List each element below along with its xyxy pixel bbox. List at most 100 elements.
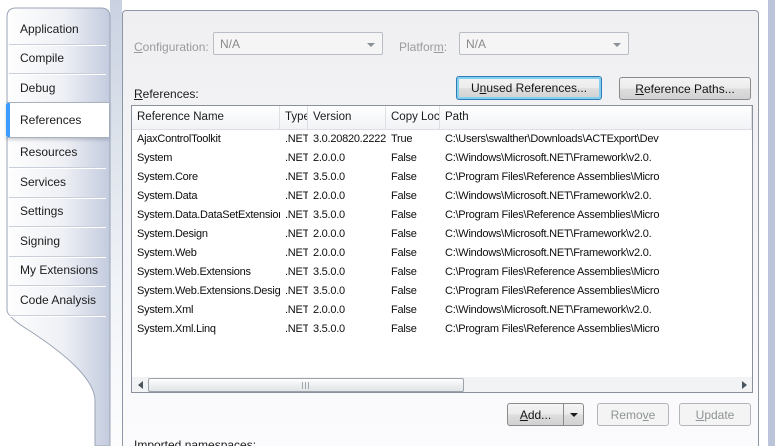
- reference-paths-button[interactable]: Reference Paths...: [619, 77, 751, 100]
- configuration-value: N/A: [220, 37, 240, 51]
- table-row[interactable]: System.Xml.Linq.NET3.5.0.0FalseC:\Progra…: [132, 320, 752, 339]
- sidebar-tab-debug[interactable]: Debug: [7, 73, 108, 103]
- cell-copy-local: True: [386, 130, 440, 149]
- cell-version: 2.0.0.0: [308, 301, 386, 320]
- table-row[interactable]: AjaxControlToolkit.NET3.0.20820.22220Tru…: [132, 130, 752, 149]
- horizontal-scrollbar: [132, 377, 752, 393]
- table-row[interactable]: System.Core.NET3.5.0.0FalseC:\Program Fi…: [132, 168, 752, 187]
- cell-reference-name: System: [132, 149, 280, 168]
- sidebar-tab-resources[interactable]: Resources: [7, 138, 108, 168]
- table-body: AjaxControlToolkit.NET3.0.20820.22220Tru…: [132, 130, 752, 339]
- cell-path: C:\Windows\Microsoft.NET\Framework\v2.0.: [440, 187, 752, 206]
- right-edge-band: [768, 0, 775, 446]
- cell-copy-local: False: [386, 149, 440, 168]
- column-header-path[interactable]: Path: [440, 106, 752, 130]
- cell-version: 3.5.0.0: [308, 320, 386, 339]
- cell-version: 2.0.0.0: [308, 225, 386, 244]
- sidebar-tab-label: Services: [20, 175, 66, 189]
- cell-version: 2.0.0.0: [308, 244, 386, 263]
- cell-path: C:\Windows\Microsoft.NET\Framework\v2.0.: [440, 244, 752, 263]
- table-row[interactable]: System.Web.NET2.0.0.0FalseC:\Windows\Mic…: [132, 244, 752, 263]
- update-button[interactable]: Update: [679, 403, 751, 426]
- selected-tab-accent-bar: [6, 103, 10, 137]
- cell-path: C:\Program Files\Reference Assemblies\Mi…: [440, 168, 752, 187]
- table-row[interactable]: System.Web.Extensions.Design.NET3.5.0.0F…: [132, 282, 752, 301]
- cell-reference-name: System.Xml.Linq: [132, 320, 280, 339]
- cell-reference-name: System.Web.Extensions.Design: [132, 282, 280, 301]
- cell-reference-name: System.Core: [132, 168, 280, 187]
- sidebar-tab-label: My Extensions: [20, 263, 98, 277]
- cell-path: C:\Program Files\Reference Assemblies\Mi…: [440, 206, 752, 225]
- sidebar-tab-application[interactable]: Application: [7, 14, 108, 44]
- table-row[interactable]: System.Data.DataSetExtensions.NET3.5.0.0…: [132, 206, 752, 225]
- column-header-copy-local[interactable]: Copy Local: [386, 106, 440, 130]
- references-table: Reference NameTypeVersionCopy LocalPath …: [131, 105, 753, 393]
- scroll-left-button[interactable]: [132, 377, 148, 393]
- cell-version: 3.5.0.0: [308, 263, 386, 282]
- cell-copy-local: False: [386, 263, 440, 282]
- table-row[interactable]: System.NET2.0.0.0FalseC:\Windows\Microso…: [132, 149, 752, 168]
- sidebar-tab-label: Code Analysis: [20, 293, 96, 307]
- sidebar-tab-code-analysis[interactable]: Code Analysis: [7, 285, 108, 315]
- scroll-track[interactable]: [148, 377, 736, 393]
- cell-copy-local: False: [386, 187, 440, 206]
- cell-copy-local: False: [386, 320, 440, 339]
- table-row[interactable]: System.Xml.NET2.0.0.0FalseC:\Windows\Mic…: [132, 301, 752, 320]
- scroll-thumb[interactable]: [148, 378, 464, 392]
- cell-path: C:\Windows\Microsoft.NET\Framework\v2.0.: [440, 149, 752, 168]
- dropdown-arrow-icon: [613, 43, 621, 47]
- tab-divider: [9, 315, 106, 316]
- sidebar-tab-label: References: [20, 113, 81, 127]
- unused-references-button[interactable]: Unused References...: [456, 76, 602, 100]
- table-row[interactable]: System.Data.NET2.0.0.0FalseC:\Windows\Mi…: [132, 187, 752, 206]
- sidebar-tab-label: Compile: [20, 51, 64, 65]
- table-row[interactable]: System.Web.Extensions.NET3.5.0.0FalseC:\…: [132, 263, 752, 282]
- sidebar-tab-signing[interactable]: Signing: [7, 226, 108, 256]
- scroll-left-icon: [138, 381, 143, 389]
- sidebar-tab-compile[interactable]: Compile: [7, 44, 108, 74]
- imported-namespaces-label: Imported namespaces:: [134, 438, 256, 446]
- cell-path: C:\Program Files\Reference Assemblies\Mi…: [440, 320, 752, 339]
- cell-type: .NET: [280, 301, 308, 320]
- cell-type: .NET: [280, 225, 308, 244]
- cell-copy-local: False: [386, 244, 440, 263]
- cell-version: 2.0.0.0: [308, 149, 386, 168]
- sidebar-tab-label: Signing: [20, 234, 60, 248]
- cell-type: .NET: [280, 149, 308, 168]
- cell-version: 3.5.0.0: [308, 168, 386, 187]
- cell-reference-name: System.Web.Extensions: [132, 263, 280, 282]
- add-button[interactable]: Add...: [507, 403, 564, 426]
- cell-version: 3.5.0.0: [308, 282, 386, 301]
- sidebar-tab-settings[interactable]: Settings: [7, 197, 108, 227]
- table-row[interactable]: System.Design.NET2.0.0.0FalseC:\Windows\…: [132, 225, 752, 244]
- cell-copy-local: False: [386, 168, 440, 187]
- column-header-reference-name[interactable]: Reference Name: [132, 106, 280, 130]
- cell-copy-local: False: [386, 225, 440, 244]
- sidebar-tab-services[interactable]: Services: [7, 167, 108, 197]
- platform-dropdown[interactable]: N/A: [459, 32, 629, 55]
- references-label: References:: [134, 87, 199, 101]
- cell-version: 2.0.0.0: [308, 187, 386, 206]
- sidebar-tab-my-extensions[interactable]: My Extensions: [7, 256, 108, 286]
- cell-path: C:\Program Files\Reference Assemblies\Mi…: [440, 263, 752, 282]
- sidebar-tabs: Application Compile Debug References Resourc…: [0, 0, 115, 446]
- configuration-dropdown[interactable]: N/A: [213, 32, 383, 55]
- project-properties-page: Application Compile Debug References Resourc…: [0, 0, 779, 446]
- cell-type: .NET: [280, 263, 308, 282]
- column-header-version[interactable]: Version: [308, 106, 386, 130]
- scroll-right-button[interactable]: [736, 377, 752, 393]
- cell-path: C:\Windows\Microsoft.NET\Framework\v2.0.: [440, 225, 752, 244]
- cell-copy-local: False: [386, 206, 440, 225]
- cell-reference-name: System.Data.DataSetExtensions: [132, 206, 280, 225]
- scroll-right-icon: [742, 381, 747, 389]
- column-header-type[interactable]: Type: [280, 106, 308, 130]
- cell-copy-local: False: [386, 282, 440, 301]
- thumb-grip-icon: [302, 382, 310, 389]
- remove-button[interactable]: Remove: [597, 403, 669, 426]
- cell-reference-name: System.Design: [132, 225, 280, 244]
- sidebar-tab-references[interactable]: References: [6, 102, 109, 138]
- table-header: Reference NameTypeVersionCopy LocalPath: [132, 106, 752, 130]
- properties-panel: Configuration: N/A Platform: N/A Referen…: [122, 10, 759, 446]
- cell-path: C:\Windows\Microsoft.NET\Framework\v2.0.: [440, 301, 752, 320]
- add-dropdown-button[interactable]: [563, 403, 584, 426]
